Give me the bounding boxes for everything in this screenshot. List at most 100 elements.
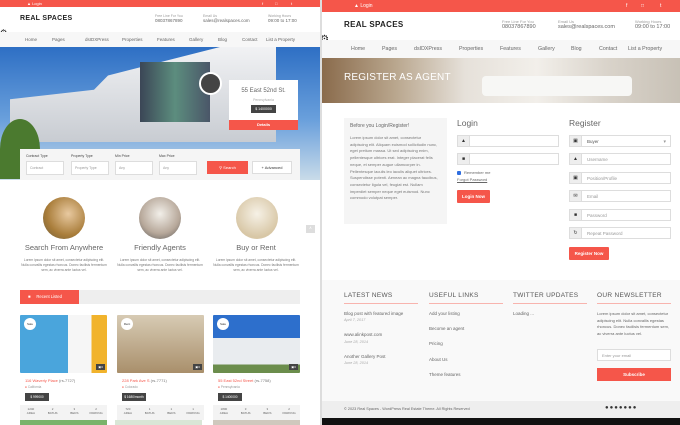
twitter-heading: TWITTER UPDATES bbox=[513, 292, 587, 304]
forgot-password-link[interactable]: Forgot Password bbox=[457, 177, 487, 182]
newsletter-email-input[interactable]: Enter your email bbox=[597, 349, 671, 361]
feature-title: Friendly Agents bbox=[134, 243, 186, 252]
listing-title[interactable]: 116 Waverly Place (rs-7727) bbox=[25, 378, 75, 383]
email-input[interactable]: ✉ Email bbox=[569, 190, 671, 202]
nav-pages[interactable]: Pages bbox=[382, 40, 414, 58]
login-username-input[interactable]: ▲ bbox=[457, 135, 559, 147]
min-price-select[interactable]: Any bbox=[115, 161, 153, 175]
register-button[interactable]: Register Now bbox=[569, 247, 609, 260]
agent-avatar[interactable] bbox=[199, 72, 222, 95]
nav-list-property[interactable]: List a Property bbox=[266, 32, 295, 47]
position-input[interactable]: ▣ Position/Profile bbox=[569, 171, 671, 184]
listing-stats: 1800 AREA 3 BATHS 3 BEDS 2 PARKING bbox=[213, 405, 300, 420]
logo[interactable]: REAL SPACES bbox=[344, 20, 403, 29]
nav-blog[interactable]: Blog bbox=[571, 40, 599, 58]
right-page: ▲ Login f □ t REAL SPACES Free Line For … bbox=[322, 0, 680, 425]
footer-link-add-listing[interactable]: Add your listing bbox=[429, 311, 460, 316]
nav-pages[interactable]: Pages bbox=[52, 32, 85, 47]
listing-title[interactable]: 55 East 52nd Street (rs-7758) bbox=[218, 378, 271, 383]
nav-home[interactable]: Home bbox=[25, 32, 52, 47]
scroll-top-button[interactable]: ∧ bbox=[306, 225, 315, 233]
login-label: Login bbox=[32, 1, 42, 6]
password-input[interactable]: ■ Password bbox=[569, 208, 671, 221]
listing-location: ● California bbox=[25, 385, 42, 389]
main-nav: Home Pages dsIDXPress Properties Features Gal… bbox=[322, 40, 680, 58]
nav-properties[interactable]: Properties bbox=[459, 40, 500, 58]
newsletter-text: Lorem ipsum dolor sit amet, consectetur … bbox=[597, 311, 670, 337]
twitter-icon[interactable]: ● bbox=[633, 405, 638, 411]
recent-listed-tab[interactable]: ■ Recent Listed bbox=[20, 290, 79, 304]
hero-details-button[interactable]: Details bbox=[229, 120, 298, 130]
useful-links-heading: USEFUL LINKS bbox=[429, 292, 503, 304]
news-date: April 7, 2017 bbox=[344, 318, 366, 322]
instagram-icon[interactable]: □ bbox=[641, 3, 644, 9]
main-nav: Home Pages dsIDXPress Properties Features Gal… bbox=[0, 32, 320, 47]
search-panel: Contract Type Contract Property Type Pro… bbox=[20, 149, 300, 180]
remember-label: Remember me bbox=[464, 170, 491, 175]
nav-gallery[interactable]: Gallery bbox=[189, 32, 218, 47]
listing-stat: 1 BATHS bbox=[144, 407, 155, 415]
nav-dsidxpress[interactable]: dsIDXPress bbox=[414, 40, 459, 58]
nav-properties[interactable]: Properties bbox=[122, 32, 157, 47]
nav-features[interactable]: Features bbox=[157, 32, 189, 47]
recent-listed-bar: ■ Recent Listed bbox=[20, 290, 300, 304]
listing-card[interactable]: Sale ▣3 116 Waverly Place (rs-7727) ● Ca… bbox=[20, 315, 107, 420]
news-date: June 28, 2014 bbox=[344, 361, 369, 365]
nav-contact[interactable]: Contact bbox=[599, 40, 628, 58]
footer-link-pricing[interactable]: Pricing bbox=[429, 341, 443, 346]
nav-features[interactable]: Features bbox=[500, 40, 538, 58]
feature-title: Search From Anywhere bbox=[24, 243, 104, 252]
feature-text: Lorem ipsum dolor sit amet, consectetur … bbox=[117, 258, 203, 272]
contract-type-select[interactable]: Contract bbox=[26, 161, 64, 175]
nav-contact[interactable]: Contact bbox=[242, 32, 266, 47]
news-link[interactable]: www.alinkpost.com bbox=[344, 332, 382, 337]
max-price-select[interactable]: Any bbox=[159, 161, 197, 175]
nav-home[interactable]: Home bbox=[351, 40, 382, 58]
nav-dsidxpress[interactable]: dsIDXPress bbox=[85, 32, 122, 47]
footer-bottom-bar: © 2023 Real Spaces - WordPress Real Esta… bbox=[322, 401, 680, 418]
listing-price: $ 1400000 bbox=[218, 393, 242, 401]
news-link[interactable]: Blog post with featured image bbox=[344, 311, 403, 316]
advanced-button[interactable]: + Advanced bbox=[252, 161, 292, 174]
repeat-password-input[interactable]: ↻ Repeat Password bbox=[569, 227, 671, 239]
listing-card[interactable]: Rent ▣3 228 Park Ave S (rs-7771) ● Color… bbox=[117, 315, 204, 420]
login-title: Login bbox=[457, 118, 478, 128]
news-link[interactable]: Another Gallery Post bbox=[344, 354, 386, 359]
nav-blog[interactable]: Blog bbox=[218, 32, 242, 47]
banner-title: REGISTER AS AGENT bbox=[344, 72, 451, 83]
twitter-icon[interactable]: t bbox=[291, 1, 292, 6]
listing-title[interactable]: 228 Park Ave S (rs-7771) bbox=[122, 378, 167, 383]
login-link[interactable]: ▲ Login bbox=[27, 1, 42, 6]
search-button[interactable]: ⚲ Search bbox=[207, 161, 248, 174]
contact-hours: Working Hours 09:00 to 17:00 bbox=[635, 19, 671, 30]
listing-stat: 3 BATHS bbox=[240, 407, 251, 415]
remember-checkbox[interactable] bbox=[457, 171, 461, 175]
footer-link-about[interactable]: About Us bbox=[429, 357, 448, 362]
nav-gallery[interactable]: Gallery bbox=[538, 40, 571, 58]
instagram-icon[interactable]: □ bbox=[275, 1, 277, 6]
footer-link-become-agent[interactable]: Become an agent bbox=[429, 326, 464, 331]
listing-stat: 3 BEDS bbox=[263, 407, 272, 415]
property-type-label: Property Type bbox=[71, 154, 93, 158]
login-link[interactable]: ▲ Login bbox=[354, 3, 373, 9]
lock-icon: ■ bbox=[458, 154, 470, 164]
logo[interactable]: REAL SPACES bbox=[20, 15, 72, 22]
photo-count: ▣3 bbox=[289, 364, 298, 370]
property-type-select[interactable]: Property Type bbox=[71, 161, 109, 175]
listing-stat: 2 BATHS bbox=[47, 407, 58, 415]
role-select[interactable]: ▣ Buyer ▾ bbox=[569, 135, 671, 147]
facebook-icon[interactable]: f bbox=[626, 3, 627, 9]
info-title: Before you Login/Register! bbox=[350, 123, 410, 129]
login-button[interactable]: Login Now bbox=[457, 190, 490, 203]
footer-link-theme-features[interactable]: Theme features bbox=[429, 372, 461, 377]
twitter-icon[interactable]: t bbox=[660, 3, 661, 9]
contact-email: Email Us sales@realspaces.com bbox=[558, 19, 615, 30]
login-password-input[interactable]: ■ bbox=[457, 153, 559, 165]
username-input[interactable]: ▲ Username bbox=[569, 153, 671, 165]
listing-card[interactable]: Sale ▣3 55 East 52nd Street (rs-7758) ● … bbox=[213, 315, 300, 420]
nav-list-property[interactable]: List a Property bbox=[628, 40, 662, 58]
facebook-icon[interactable]: f bbox=[262, 1, 263, 6]
subscribe-button[interactable]: Subscribe bbox=[597, 368, 671, 381]
contact-phone: Free Line For You 08037867890 bbox=[155, 14, 183, 23]
contact-hours: Working Hours 09:00 to 17:00 bbox=[268, 14, 297, 23]
